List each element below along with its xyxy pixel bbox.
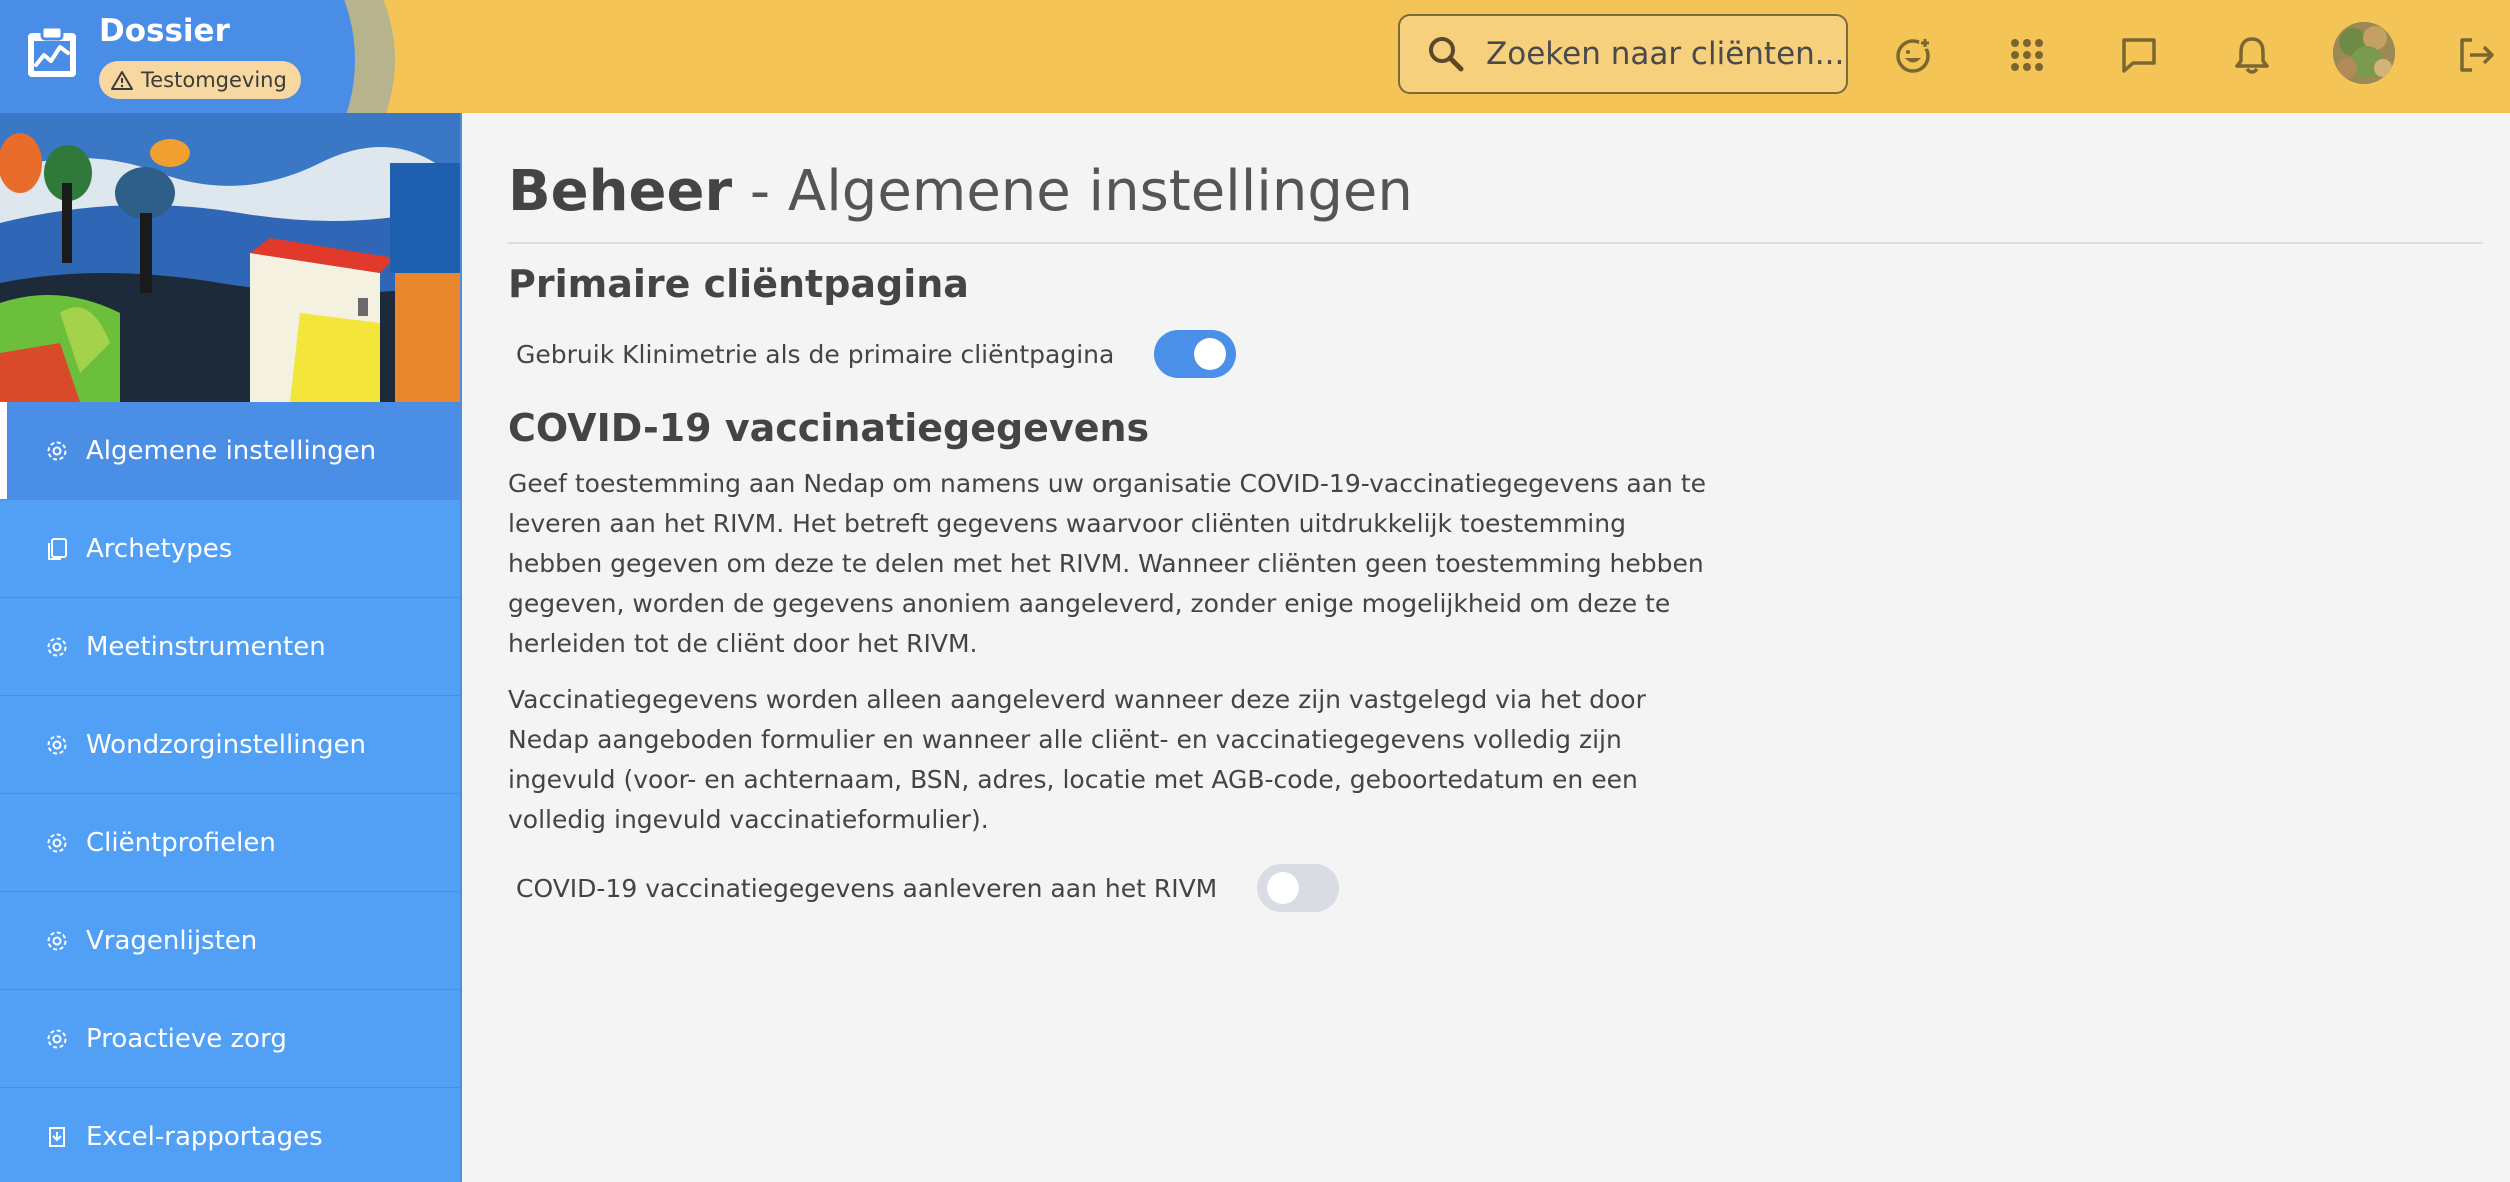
covid-rivm-setting: COVID-19 vaccinatiegegevens aanleveren a… bbox=[516, 864, 2483, 912]
bell-icon[interactable] bbox=[2227, 30, 2277, 80]
main-content: Beheer - Algemene instellingen Primaire … bbox=[508, 113, 2483, 912]
sidebar-item-algemene-instellingen[interactable]: Algemene instellingen bbox=[0, 402, 460, 500]
sidebar-banner-image bbox=[0, 113, 460, 402]
brand-area: Dossier Testomgeving bbox=[0, 0, 395, 113]
toggle-label: Gebruik Klinimetrie als de primaire clië… bbox=[516, 339, 1115, 369]
gear-icon bbox=[47, 1029, 67, 1048]
sidebar-item-excel-rapportages[interactable]: Excel-rapportages bbox=[0, 1088, 460, 1182]
sidebar-item-label: Cliëntprofielen bbox=[86, 827, 276, 858]
gear-icon bbox=[47, 931, 67, 950]
covid-consent-paragraph: Geef toestemming aan Nedap om namens uw … bbox=[508, 469, 1707, 658]
download-icon bbox=[49, 1126, 65, 1147]
sidebar-item-proactieve-zorg[interactable]: Proactieve zorg bbox=[0, 990, 460, 1088]
klinimetrie-primary-toggle[interactable] bbox=[1154, 330, 1237, 378]
document-copy-icon bbox=[48, 537, 67, 560]
apps-grid-icon[interactable] bbox=[2002, 30, 2052, 80]
sidebar-item-clientprofielen[interactable]: Cliëntprofielen bbox=[0, 794, 460, 892]
toggle-knob bbox=[1267, 872, 1300, 904]
sidebar-item-vragenlijsten[interactable]: Vragenlijsten bbox=[0, 892, 460, 990]
gear-icon bbox=[47, 441, 67, 460]
toggle-knob bbox=[1194, 338, 1227, 370]
search-placeholder: Zoeken naar cliënten... bbox=[1486, 36, 1845, 72]
chat-icon[interactable] bbox=[2114, 30, 2164, 80]
sidebar-item-label: Archetypes bbox=[86, 533, 233, 564]
environment-badge: Testomgeving bbox=[99, 61, 301, 99]
sidebar-item-label: Vragenlijsten bbox=[86, 925, 258, 956]
covid-rivm-toggle[interactable] bbox=[1257, 864, 1340, 912]
sidebar-item-label: Meetinstrumenten bbox=[86, 631, 326, 662]
search-icon bbox=[1429, 37, 1464, 72]
environment-label: Testomgeving bbox=[141, 68, 287, 92]
gear-icon bbox=[47, 833, 67, 852]
user-avatar[interactable] bbox=[2333, 22, 2395, 84]
section-heading-primary-client-page: Primaire cliëntpagina bbox=[508, 262, 969, 306]
page-title-section: Beheer bbox=[508, 159, 733, 224]
dossier-logo-icon[interactable] bbox=[24, 25, 80, 81]
warning-icon bbox=[111, 71, 133, 90]
sidebar-item-archetypes[interactable]: Archetypes bbox=[0, 500, 460, 598]
logout-icon[interactable] bbox=[2451, 30, 2501, 80]
primary-client-page-setting: Gebruik Klinimetrie als de primaire clië… bbox=[516, 330, 2483, 378]
sidebar-item-meetinstrumenten[interactable]: Meetinstrumenten bbox=[0, 598, 460, 696]
toggle-label: COVID-19 vaccinatiegegevens aanleveren a… bbox=[516, 873, 1218, 903]
gear-icon bbox=[47, 637, 67, 656]
section-heading-covid-vaccination: COVID-19 vaccinatiegegevens bbox=[508, 406, 1150, 450]
app-title: Dossier bbox=[99, 13, 230, 49]
gear-icon bbox=[47, 735, 67, 754]
sidebar-item-wondzorginstellingen[interactable]: Wondzorginstellingen bbox=[0, 696, 460, 794]
page-title-subtitle: - Algemene instellingen bbox=[732, 159, 1413, 224]
sidebar-item-label: Proactieve zorg bbox=[86, 1023, 287, 1054]
covid-delivery-paragraph: Vaccinatiegegevens worden alleen aangele… bbox=[508, 685, 1646, 834]
top-bar: Dossier Testomgeving Zoeken naar cliënte… bbox=[0, 0, 2510, 113]
page-title: Beheer - Algemene instellingen bbox=[508, 159, 2483, 244]
sidebar: Algemene instellingen Archetypes Meetins… bbox=[0, 113, 462, 1182]
sidebar-item-label: Excel-rapportages bbox=[86, 1121, 323, 1152]
client-search-input[interactable]: Zoeken naar cliënten... bbox=[1398, 14, 1848, 94]
sidebar-item-label: Algemene instellingen bbox=[86, 435, 377, 466]
feedback-face-icon[interactable] bbox=[1889, 30, 1939, 80]
sidebar-item-label: Wondzorginstellingen bbox=[86, 729, 366, 760]
